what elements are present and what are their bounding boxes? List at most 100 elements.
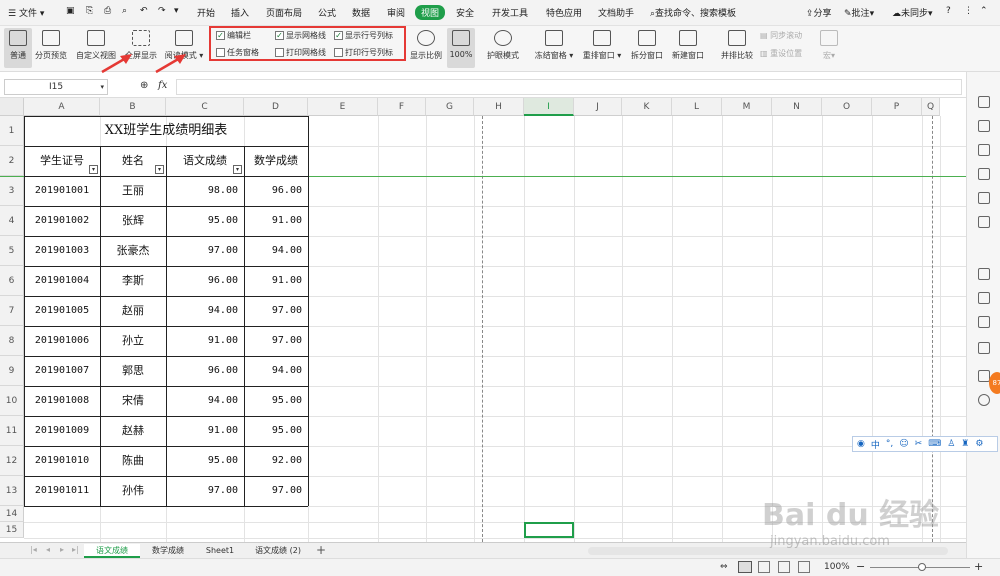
style-icon[interactable]	[978, 144, 990, 156]
fx-icon[interactable]: fx	[158, 80, 167, 91]
notification-badge[interactable]: 87	[989, 372, 1000, 394]
prev-sheet-icon[interactable]: ◂	[46, 545, 50, 554]
save-icon[interactable]: ▣	[66, 6, 75, 16]
normal-view-button[interactable]: 普通	[4, 28, 32, 68]
comment-button[interactable]: ✎批注▾	[844, 6, 874, 19]
reading-view-icon[interactable]	[798, 561, 810, 573]
tab-formula[interactable]: 公式	[318, 6, 336, 19]
sidebar-toggle-icon[interactable]: ⇔	[720, 562, 728, 572]
preview-icon[interactable]: ⌕	[122, 6, 127, 16]
filter-dropdown-icon[interactable]: ▾	[233, 165, 242, 174]
table-cell[interactable]: 95.00	[244, 386, 308, 416]
last-sheet-icon[interactable]: ▸|	[72, 545, 79, 554]
table-cell[interactable]: 91.00	[166, 416, 244, 446]
column-header-i[interactable]: I	[524, 98, 574, 116]
bookmark-icon[interactable]	[978, 342, 990, 354]
sheet-tab-sheet1[interactable]: Sheet1	[198, 544, 242, 558]
table-cell[interactable]: 95.00	[244, 416, 308, 446]
table-cell[interactable]: 赵丽	[100, 296, 166, 326]
column-header-a[interactable]: A	[24, 98, 100, 116]
side-by-side-button[interactable]: 并排比较	[720, 28, 754, 68]
sheet-tab-chinese[interactable]: 语文成绩	[84, 544, 140, 558]
sheet-tab-chinese-2[interactable]: 语文成绩 (2)	[246, 544, 310, 558]
column-header-j[interactable]: J	[574, 98, 622, 116]
sync-scroll-button[interactable]: ▤ 同步滚动	[760, 30, 802, 44]
table-cell[interactable]: 李斯	[100, 266, 166, 296]
horizontal-scrollbar[interactable]	[588, 547, 948, 555]
export-icon[interactable]: ⎘	[86, 6, 93, 16]
task-pane-checkbox[interactable]: 任务窗格	[216, 47, 259, 58]
table-cell[interactable]: 91.00	[166, 326, 244, 356]
table-cell[interactable]: 95.00	[166, 206, 244, 236]
column-header-h[interactable]: H	[474, 98, 524, 116]
history-icon[interactable]	[978, 394, 990, 406]
column-header-p[interactable]: P	[872, 98, 922, 116]
tab-view[interactable]: 视图	[415, 5, 446, 20]
column-header-b[interactable]: B	[100, 98, 166, 116]
show-headings-checkbox[interactable]: ✓ 显示行号列标	[334, 30, 393, 41]
row-header-3[interactable]: 3	[0, 176, 24, 206]
select-all-corner[interactable]	[0, 98, 24, 116]
tab-developer[interactable]: 开发工具	[492, 6, 528, 19]
column-header-e[interactable]: E	[308, 98, 378, 116]
row-header-8[interactable]: 8	[0, 326, 24, 356]
ime-lang[interactable]: 中	[871, 438, 880, 451]
table-cell[interactable]: 97.00	[166, 476, 244, 506]
table-cell[interactable]: 98.00	[166, 176, 244, 206]
copy-icon[interactable]	[978, 268, 990, 280]
rearrange-windows-button[interactable]: 重排窗口 ▾	[582, 28, 622, 68]
tab-home[interactable]: 开始	[197, 6, 215, 19]
row-header-9[interactable]: 9	[0, 356, 24, 386]
undo-icon[interactable]: ↶	[140, 6, 148, 16]
shapes-icon[interactable]	[978, 168, 990, 180]
formula-bar-checkbox[interactable]: ✓ 编辑栏	[216, 30, 251, 41]
row-header-6[interactable]: 6	[0, 266, 24, 296]
table-cell[interactable]: 97.00	[244, 296, 308, 326]
zoom-slider-handle[interactable]	[918, 563, 926, 571]
table-cell[interactable]: 97.00	[244, 476, 308, 506]
column-header-d[interactable]: D	[244, 98, 308, 116]
share-button[interactable]: ⇪分享	[806, 6, 832, 19]
macro-button[interactable]: 宏▾	[818, 28, 840, 68]
new-window-button[interactable]: 新建窗口	[670, 28, 706, 68]
column-header-k[interactable]: K	[622, 98, 672, 116]
properties-icon[interactable]	[978, 120, 990, 132]
reset-position-button[interactable]: ▥ 重设位置	[760, 48, 802, 62]
table-cell[interactable]: 94.00	[244, 356, 308, 386]
table-cell[interactable]: 张辉	[100, 206, 166, 236]
zoom-100-button[interactable]: 100%	[447, 28, 475, 68]
column-header-q[interactable]: Q	[922, 98, 940, 116]
row-header-10[interactable]: 10	[0, 386, 24, 416]
file-menu[interactable]: ☰ 文件 ▾	[8, 6, 44, 19]
column-header-g[interactable]: G	[426, 98, 474, 116]
more-icon[interactable]: ▾	[174, 6, 179, 16]
table-cell[interactable]: 201901010	[24, 446, 100, 476]
column-header-n[interactable]: N	[772, 98, 822, 116]
tools-icon[interactable]	[978, 292, 990, 304]
table-cell[interactable]: 95.00	[166, 446, 244, 476]
punctuation-icon[interactable]: °,	[886, 439, 893, 449]
zoom-ratio-button[interactable]: 显示比例	[408, 28, 444, 68]
tab-insert[interactable]: 插入	[231, 6, 249, 19]
table-cell[interactable]: 201901009	[24, 416, 100, 446]
column-header-o[interactable]: O	[822, 98, 872, 116]
table-cell[interactable]: 201901011	[24, 476, 100, 506]
table-cell[interactable]: 96.00	[166, 266, 244, 296]
redo-icon[interactable]: ↷	[158, 6, 166, 16]
apps-icon[interactable]	[978, 192, 990, 204]
row-header-4[interactable]: 4	[0, 206, 24, 236]
column-header-f[interactable]: F	[378, 98, 426, 116]
row-header-5[interactable]: 5	[0, 236, 24, 266]
zoom-out-button[interactable]: −	[856, 560, 865, 573]
table-cell[interactable]: 201901001	[24, 176, 100, 206]
zoom-search-icon[interactable]: ⊕	[140, 80, 148, 91]
cursor-select-icon[interactable]	[978, 96, 990, 108]
tab-page-layout[interactable]: 页面布局	[266, 6, 302, 19]
split-window-button[interactable]: 拆分窗口	[630, 28, 664, 68]
table-cell[interactable]: 96.00	[166, 356, 244, 386]
row-header-7[interactable]: 7	[0, 296, 24, 326]
first-sheet-icon[interactable]: |◂	[30, 545, 37, 554]
tab-doc-assistant[interactable]: 文档助手	[598, 6, 634, 19]
column-header-l[interactable]: L	[672, 98, 722, 116]
row-header-13[interactable]: 13	[0, 476, 24, 506]
